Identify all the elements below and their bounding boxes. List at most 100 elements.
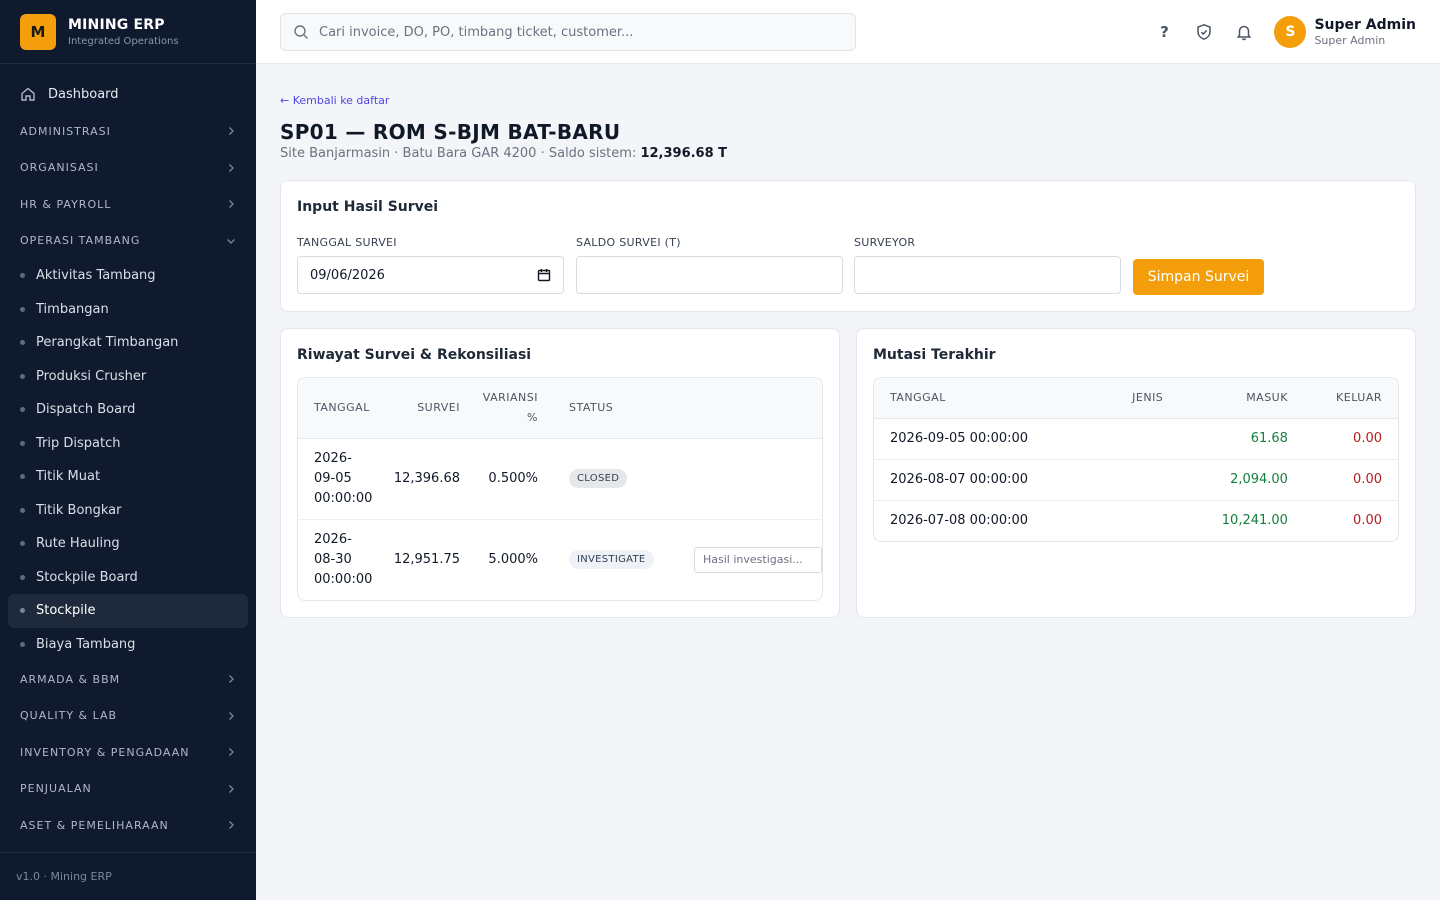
cell-out: 0.00 xyxy=(1303,418,1398,460)
sidebar-item-label: Trip Dispatch xyxy=(36,435,121,451)
sidebar-item-timbangan[interactable]: Timbangan xyxy=(0,293,256,327)
table-header-row: TANGGAL JENIS MASUK KELUAR xyxy=(874,378,1398,419)
user-name: Super Admin xyxy=(1314,17,1416,33)
bullet-icon xyxy=(20,507,25,513)
sidebar-item-perangkat-timbangan[interactable]: Perangkat Timbangan xyxy=(0,326,256,360)
sidebar-section-organisasi[interactable]: ORGANISASI xyxy=(0,150,256,187)
cell-date-line: 2026- xyxy=(314,450,352,466)
sidebar-item-titik-bongkar[interactable]: Titik Bongkar xyxy=(0,494,256,528)
home-icon xyxy=(21,87,35,101)
chevron-right-icon xyxy=(229,784,234,793)
sidebar-item-rute-hauling[interactable]: Rute Hauling xyxy=(0,527,256,561)
sidebar-item-produksi-crusher[interactable]: Produksi Crusher xyxy=(0,360,256,394)
cell-out: 0.00 xyxy=(1353,513,1382,529)
section-label: ASET & PEMELIHARAAN xyxy=(20,818,169,832)
chevron-right-icon xyxy=(229,163,234,172)
cell-date-line: 2026- xyxy=(314,531,352,547)
section-label: ADMINISTRASI xyxy=(20,124,111,138)
column-header: VARIANSI% xyxy=(466,378,554,439)
cell-in: 2,094.00 xyxy=(1179,459,1304,501)
shield-check-icon[interactable] xyxy=(1194,22,1214,42)
search-icon xyxy=(294,25,308,39)
sidebar-item-aktivitas-tambang[interactable]: Aktivitas Tambang xyxy=(0,259,256,293)
save-survey-button[interactable]: Simpan Survei xyxy=(1133,259,1264,295)
sidebar-section-quality-lab[interactable]: QUALITY & LAB xyxy=(0,698,256,735)
sidebar-item-stockpile[interactable]: Stockpile xyxy=(8,594,248,628)
card-title: Riwayat Survei & Rekonsiliasi xyxy=(297,347,532,363)
investigation-note-input[interactable]: Hasil investigasi... xyxy=(694,546,822,573)
table-row: 2026-09-05 00:00:00 61.68 0.00 xyxy=(874,418,1398,460)
sidebar-section-administrasi[interactable]: ADMINISTRASI xyxy=(0,113,256,150)
field-label: SALDO SURVEI (T) xyxy=(576,236,681,249)
cell-variance: 5.000% xyxy=(488,552,538,568)
section-label: ORGANISASI xyxy=(20,161,99,175)
help-icon[interactable]: ? xyxy=(1154,22,1174,42)
sidebar-section-penjualan[interactable]: PENJUALAN xyxy=(0,771,256,808)
chevron-right-icon xyxy=(229,748,234,757)
sidebar-item-label: Dashboard xyxy=(48,86,119,102)
survey-input-card: Input Hasil Survei TANGGAL SURVEI 09/06/… xyxy=(280,180,1416,312)
sidebar-item-label: Stockpile Board xyxy=(36,569,138,585)
sidebar-footer: v1.0 · Mining ERP xyxy=(0,852,256,900)
cell-type xyxy=(1107,418,1180,460)
section-label: INVENTORY & PENGADAAN xyxy=(20,745,190,759)
brand-logo: M xyxy=(20,13,56,50)
topbar: ? S Super Admin Super Admin xyxy=(256,0,1440,64)
sidebar-item-titik-muat[interactable]: Titik Muat xyxy=(0,460,256,494)
sidebar-section-armada-bbm[interactable]: ARMADA & BBM xyxy=(0,661,256,698)
topbar-actions: ? S Super Admin Super Admin xyxy=(1134,0,1416,64)
page-subtitle: Site Banjarmasin · Batu Bara GAR 4200 · … xyxy=(280,146,727,161)
date-input[interactable]: 09/06/2026 xyxy=(297,256,564,294)
cell-in: 10,241.00 xyxy=(1221,513,1288,529)
surveyor-input[interactable] xyxy=(854,256,1121,294)
sidebar-section-hr-payroll[interactable]: HR & PAYROLL xyxy=(0,186,256,223)
sidebar-item-label: Perangkat Timbangan xyxy=(36,335,179,351)
chevron-right-icon xyxy=(229,675,234,684)
saldo-value: 12,396.68 T xyxy=(640,146,728,161)
cell-survei: 12,396.68 xyxy=(382,438,466,520)
cell-date: 2026-09-05 00:00:00 xyxy=(874,418,1108,460)
brand[interactable]: M MINING ERP Integrated Operations xyxy=(0,0,256,64)
bullet-icon xyxy=(20,340,25,346)
saldo-input[interactable] xyxy=(576,256,843,294)
avatar[interactable]: S xyxy=(1274,16,1307,48)
cell-date: 2026-07-08 00:00:00 xyxy=(890,513,1029,529)
sidebar-item-trip-dispatch[interactable]: Trip Dispatch xyxy=(0,427,256,461)
bullet-icon xyxy=(20,474,25,480)
sidebar-section-operasi-tambang[interactable]: OPERASI TAMBANG xyxy=(0,223,256,260)
cell-type xyxy=(1108,500,1180,541)
cell-date: 2026- 08-30 00:00:00 xyxy=(298,519,382,600)
table-row: 2026- 09-05 00:00:00 12,396.68 0.500% CLOS… xyxy=(298,438,822,520)
section-label: QUALITY & LAB xyxy=(20,709,118,723)
bell-icon[interactable] xyxy=(1234,22,1254,42)
survey-history-card: Riwayat Survei & Rekonsiliasi TANGGAL SU… xyxy=(280,328,840,618)
sidebar-section-aset-pemeliharaan[interactable]: ASET & PEMELIHARAAN xyxy=(0,807,256,844)
surveyor-field: SURVEYOR xyxy=(854,236,1121,294)
user-menu[interactable]: Super Admin Super Admin xyxy=(1314,17,1416,47)
cell-date-line: 08-30 xyxy=(314,551,352,567)
sidebar-item-dashboard[interactable]: Dashboard xyxy=(0,76,256,112)
column-header: STATUS xyxy=(554,378,822,439)
search-input[interactable] xyxy=(319,24,839,40)
chevron-right-icon xyxy=(229,127,234,136)
back-link[interactable]: ← Kembali ke daftar xyxy=(280,94,389,107)
sidebar-item-label: Titik Bongkar xyxy=(36,502,122,518)
user-role: Super Admin xyxy=(1314,34,1386,47)
status-badge: INVESTIGATE xyxy=(569,550,654,570)
date-field: TANGGAL SURVEI 09/06/2026 xyxy=(297,236,564,294)
cell-survei: 12,951.75 xyxy=(393,552,460,568)
cell-in: 61.68 xyxy=(1179,418,1304,460)
sidebar-section-inventory-pengadaan[interactable]: INVENTORY & PENGADAAN xyxy=(0,734,256,771)
column-header: SURVEI xyxy=(382,378,466,439)
cell-status: INVESTIGATE Hasil investigasi... xyxy=(554,519,822,600)
search-bar[interactable] xyxy=(280,13,856,51)
brand-subtitle: Integrated Operations xyxy=(68,35,179,47)
bullet-icon xyxy=(20,641,25,647)
card-title: Mutasi Terakhir xyxy=(873,347,996,363)
bullet-icon xyxy=(20,574,25,580)
calendar-icon[interactable] xyxy=(537,268,551,282)
field-label: TANGGAL SURVEI xyxy=(297,236,397,249)
sidebar-item-stockpile-board[interactable]: Stockpile Board xyxy=(0,561,256,595)
sidebar-item-biaya-tambang[interactable]: Biaya Tambang xyxy=(0,628,256,662)
sidebar-item-dispatch-board[interactable]: Dispatch Board xyxy=(0,393,256,427)
